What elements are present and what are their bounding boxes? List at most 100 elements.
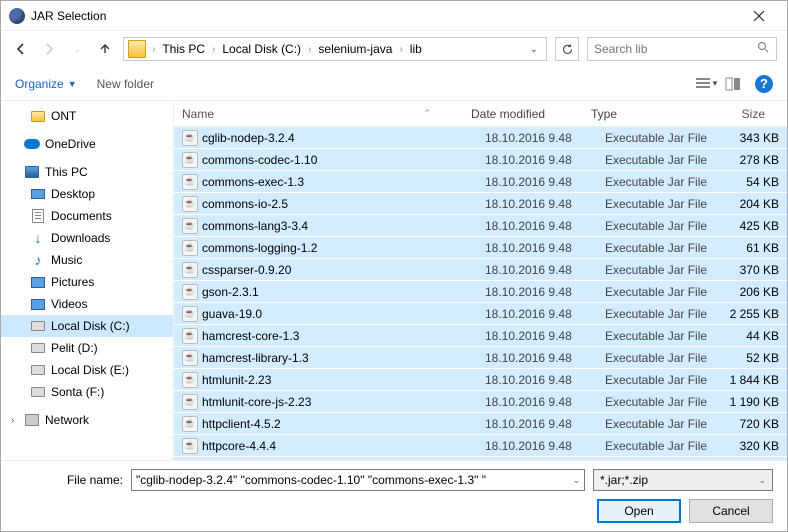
documents-icon — [32, 209, 44, 223]
file-row[interactable]: commons-exec-1.318.10.2016 9.48Executabl… — [174, 171, 787, 193]
breadcrumb-item[interactable]: Local Disk (C:) — [219, 42, 304, 56]
app-icon — [9, 8, 25, 24]
filename-input[interactable]: ⌄ — [131, 469, 585, 491]
search-field[interactable] — [594, 42, 757, 56]
file-date: 18.10.2016 9.48 — [485, 153, 605, 167]
breadcrumb-dropdown[interactable]: ⌄ — [524, 44, 544, 55]
jar-icon — [182, 174, 198, 190]
titlebar: JAR Selection — [1, 1, 787, 31]
file-size: 52 KB — [721, 351, 787, 365]
onedrive-icon — [24, 139, 40, 149]
filename-label: File name: — [15, 473, 123, 487]
breadcrumb-item[interactable]: This PC — [159, 42, 208, 56]
column-header-size[interactable]: Size — [707, 107, 773, 121]
jar-icon — [182, 328, 198, 344]
view-mode-button[interactable]: ▼ — [695, 74, 719, 94]
file-row[interactable]: commons-lang3-3.418.10.2016 9.48Executab… — [174, 215, 787, 237]
file-row[interactable]: cssparser-0.9.2018.10.2016 9.48Executabl… — [174, 259, 787, 281]
sidebar-item-downloads[interactable]: ↓ Downloads — [1, 227, 173, 249]
file-row[interactable]: guava-19.018.10.2016 9.48Executable Jar … — [174, 303, 787, 325]
file-row[interactable]: hamcrest-core-1.318.10.2016 9.48Executab… — [174, 325, 787, 347]
help-button[interactable]: ? — [755, 75, 773, 93]
search-input[interactable] — [587, 37, 777, 61]
cancel-button[interactable]: Cancel — [689, 499, 773, 523]
file-name: commons-logging-1.2 — [202, 241, 317, 255]
file-name: httpcore-4.4.4 — [202, 439, 276, 453]
file-size: 2 255 KB — [721, 307, 787, 321]
folder-icon — [31, 111, 45, 122]
file-row[interactable]: htmlunit-2.2318.10.2016 9.48Executable J… — [174, 369, 787, 391]
new-folder-button[interactable]: New folder — [97, 77, 154, 91]
filename-field[interactable] — [136, 473, 572, 487]
jar-icon — [182, 394, 198, 410]
file-name: cglib-nodep-3.2.4 — [202, 131, 295, 145]
file-row[interactable]: commons-codec-1.1018.10.2016 9.48Executa… — [174, 149, 787, 171]
file-type: Executable Jar File — [605, 197, 721, 211]
sort-indicator-icon: ⌃ — [423, 108, 431, 119]
forward-button — [39, 39, 59, 59]
chevron-right-icon: › — [11, 415, 23, 426]
open-button[interactable]: Open — [597, 499, 681, 523]
file-row[interactable]: httpcore-4.4.418.10.2016 9.48Executable … — [174, 435, 787, 457]
sidebar-item-music[interactable]: ♪ Music — [1, 249, 173, 271]
recent-dropdown[interactable]: ⌄ — [67, 39, 87, 59]
file-name: commons-exec-1.3 — [202, 175, 304, 189]
jar-icon — [182, 240, 198, 256]
file-type: Executable Jar File — [605, 131, 721, 145]
file-type: Executable Jar File — [605, 307, 721, 321]
sidebar-item-thispc[interactable]: This PC — [1, 161, 173, 183]
file-size: 44 KB — [721, 329, 787, 343]
sidebar-item-localc[interactable]: Local Disk (C:) — [1, 315, 173, 337]
chevron-right-icon: › — [304, 44, 315, 55]
disk-icon — [31, 387, 45, 397]
music-icon: ♪ — [29, 253, 47, 267]
file-row[interactable]: httpclient-4.5.218.10.2016 9.48Executabl… — [174, 413, 787, 435]
sidebar-item-pictures[interactable]: Pictures — [1, 271, 173, 293]
breadcrumb[interactable]: › This PC › Local Disk (C:) › selenium-j… — [123, 37, 547, 61]
back-button[interactable] — [11, 39, 31, 59]
file-date: 18.10.2016 9.48 — [485, 131, 605, 145]
file-name: htmlunit-2.23 — [202, 373, 271, 387]
up-button[interactable] — [95, 39, 115, 59]
file-row[interactable]: commons-io-2.518.10.2016 9.48Executable … — [174, 193, 787, 215]
column-header-type[interactable]: Type — [591, 107, 707, 121]
column-header-date[interactable]: Date modified — [471, 107, 591, 121]
jar-icon — [182, 372, 198, 388]
list-body[interactable]: cglib-nodep-3.2.418.10.2016 9.48Executab… — [174, 127, 787, 460]
file-date: 18.10.2016 9.48 — [485, 219, 605, 233]
breadcrumb-item[interactable]: lib — [407, 42, 425, 56]
refresh-button[interactable] — [555, 37, 579, 61]
file-size: 343 KB — [721, 131, 787, 145]
filetype-select[interactable]: *.jar;*.zip ⌄ — [593, 469, 773, 491]
column-header-name[interactable]: Name ⌃ — [174, 107, 471, 121]
file-row[interactable]: cglib-nodep-3.2.4 18.10.2016 9.48Executab… — [174, 127, 787, 149]
videos-icon — [31, 299, 45, 310]
file-row[interactable]: htmlunit-core-js-2.2318.10.2016 9.48Exec… — [174, 391, 787, 413]
sidebar-item-sonta[interactable]: Sonta (F:) — [1, 381, 173, 403]
sidebar-item-ont[interactable]: ONT — [1, 105, 173, 127]
file-size: 54 KB — [721, 175, 787, 189]
breadcrumb-item[interactable]: selenium-java — [315, 42, 395, 56]
file-row[interactable]: hamcrest-library-1.318.10.2016 9.48Execu… — [174, 347, 787, 369]
sidebar-item-network[interactable]: › Network — [1, 409, 173, 431]
toolbar: Organize ▼ New folder ▼ ? — [1, 67, 787, 101]
desktop-icon — [31, 189, 45, 199]
jar-icon — [182, 262, 198, 278]
sidebar-item-onedrive[interactable]: OneDrive — [1, 133, 173, 155]
preview-pane-button[interactable] — [721, 74, 745, 94]
file-row[interactable]: commons-logging-1.218.10.2016 9.48Execut… — [174, 237, 787, 259]
organize-menu[interactable]: Organize ▼ — [15, 77, 77, 91]
network-icon — [25, 414, 39, 426]
sidebar-item-documents[interactable]: Documents — [1, 205, 173, 227]
file-date: 18.10.2016 9.48 — [485, 417, 605, 431]
close-button[interactable] — [739, 2, 779, 30]
window-title: JAR Selection — [31, 9, 739, 23]
chevron-right-icon: › — [395, 44, 406, 55]
sidebar-item-videos[interactable]: Videos — [1, 293, 173, 315]
sidebar-item-pelit[interactable]: Pelit (D:) — [1, 337, 173, 359]
chevron-down-icon[interactable]: ⌄ — [572, 475, 580, 486]
sidebar-item-desktop[interactable]: Desktop — [1, 183, 173, 205]
file-row[interactable]: gson-2.3.118.10.2016 9.48Executable Jar … — [174, 281, 787, 303]
file-type: Executable Jar File — [605, 263, 721, 277]
sidebar-item-localdiske[interactable]: Local Disk (E:) — [1, 359, 173, 381]
